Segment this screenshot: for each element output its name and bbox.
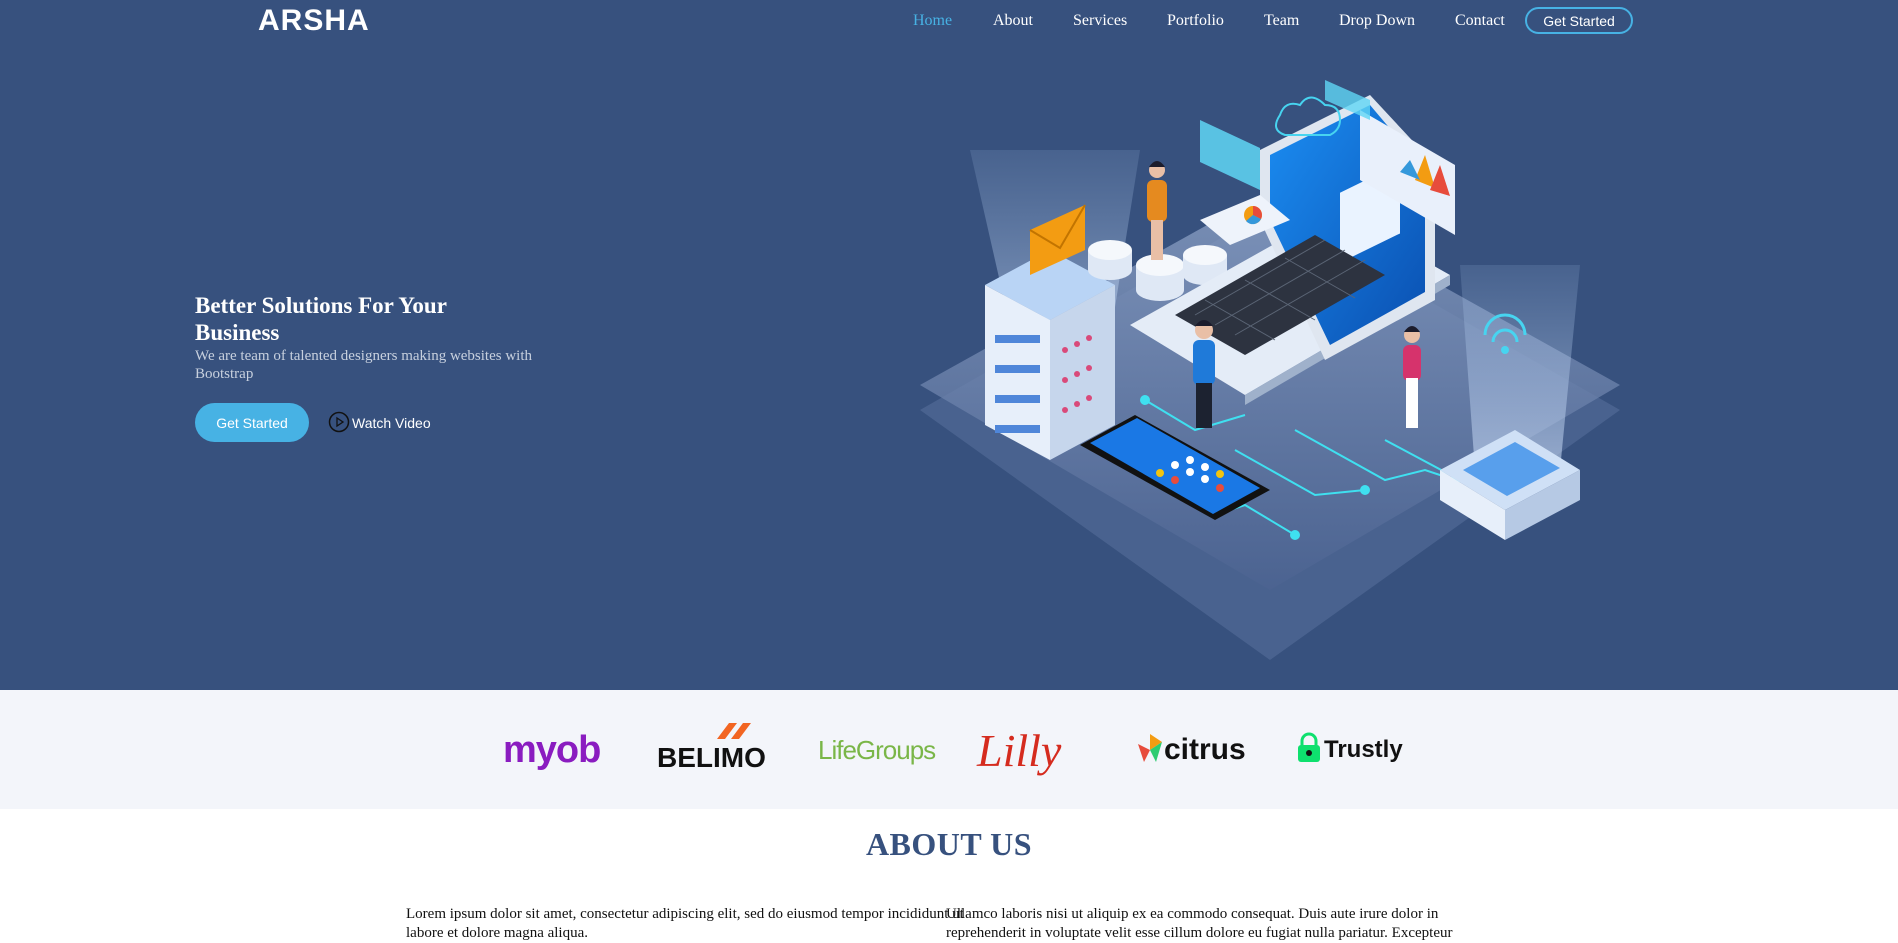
client-logo-trustly[interactable]: Trustly bbox=[1297, 715, 1403, 785]
nav-portfolio[interactable]: Portfolio bbox=[1167, 12, 1224, 30]
nav-contact[interactable]: Contact bbox=[1455, 12, 1505, 30]
client-logo-myob[interactable]: myob bbox=[503, 715, 601, 785]
client-logo-belimo[interactable]: BELIMO bbox=[657, 715, 766, 785]
play-circle-icon bbox=[328, 411, 350, 436]
about-title: ABOUT US bbox=[865, 826, 1033, 862]
nav-drop-down[interactable]: Drop Down bbox=[1339, 12, 1415, 30]
client-logo-lilly[interactable]: Lilly bbox=[977, 715, 1061, 785]
hero-subtitle: We are team of talented designers making… bbox=[195, 348, 533, 382]
hero-get-started-button[interactable]: Get Started bbox=[195, 403, 309, 442]
client-logo-citrus[interactable]: citrus bbox=[1138, 715, 1246, 785]
nav-about[interactable]: About bbox=[993, 12, 1033, 30]
citrus-mark-icon bbox=[1138, 732, 1162, 769]
client-logo-lifegroups[interactable]: LifeGroups bbox=[818, 715, 936, 785]
nav-team[interactable]: Team bbox=[1264, 12, 1299, 30]
about-text-left: Lorem ipsum dolor sit amet, consectetur … bbox=[406, 906, 964, 941]
hero-title: Better Solutions For Your Business bbox=[195, 293, 447, 345]
belimo-mark-icon bbox=[717, 723, 751, 744]
header-get-started-button[interactable]: Get Started bbox=[1525, 7, 1633, 34]
watch-video-button[interactable]: Watch Video bbox=[328, 411, 431, 436]
isometric-tech-illustration bbox=[915, 70, 1625, 670]
nav-services[interactable]: Services bbox=[1073, 12, 1127, 30]
main-nav: Home About Services Portfolio Team Drop … bbox=[0, 0, 1898, 44]
clients-section: myob BELIMO LifeGroups Lilly citrus Trus… bbox=[0, 690, 1898, 809]
watch-video-label: Watch Video bbox=[352, 415, 431, 431]
nav-home[interactable]: Home bbox=[913, 12, 952, 30]
trustly-lock-icon bbox=[1297, 732, 1321, 769]
about-text-right: Ullamco laboris nisi ut aliquip ex ea co… bbox=[946, 906, 1453, 941]
hero-section: ARSHA Home About Services Portfolio Team… bbox=[0, 0, 1898, 690]
